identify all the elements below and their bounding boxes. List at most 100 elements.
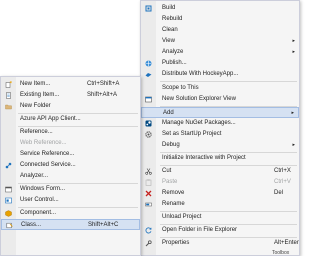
menu-item-label: View — [162, 38, 175, 44]
submenu-arrow-icon: ▸ — [292, 49, 295, 55]
submenu-item-shortcut: Ctrl+Shift+A — [87, 81, 120, 87]
menu-item-shortcut: Ctrl+V — [274, 179, 291, 185]
menu-item-label: Cut — [162, 168, 172, 174]
menu-item-set-startup-project[interactable]: Set as StartUp Project — [141, 129, 299, 140]
menu-item-shortcut: Del — [274, 190, 284, 196]
windows-form-icon — [5, 186, 12, 193]
submenu-item-existing-item[interactable]: Existing Item... Shift+Alt+A — [1, 90, 140, 101]
submenu-item-azure-api-app-client[interactable]: Azure API App Client... — [1, 114, 140, 125]
submenu-arrow-icon: ▸ — [291, 110, 294, 116]
class-icon — [6, 222, 13, 229]
menu-item-rebuild[interactable]: Rebuild — [141, 14, 299, 25]
menu-item-paste[interactable]: Paste Ctrl+V — [141, 177, 299, 188]
menu-item-label: Publish... — [162, 60, 187, 66]
submenu-arrow-icon: ▸ — [292, 142, 295, 148]
properties-wrench-icon — [145, 240, 152, 247]
existing-item-icon — [6, 92, 11, 99]
submenu-item-label: Analyzer... — [20, 173, 49, 179]
menu-item-label: New Solution Explorer View — [162, 96, 236, 102]
remove-x-icon — [145, 190, 152, 197]
submenu-item-shortcut: Shift+Alt+C — [88, 222, 119, 228]
submenu-arrow-icon: ▸ — [292, 38, 295, 44]
new-folder-icon — [5, 104, 12, 110]
menu-item-cut[interactable]: Cut Ctrl+X — [141, 166, 299, 177]
menu-item-label: Paste — [162, 179, 178, 185]
submenu-item-component[interactable]: Component... — [1, 208, 140, 219]
menu-item-shortcut: Ctrl+X — [274, 168, 291, 174]
menu-item-label: Properties — [162, 240, 190, 246]
menu-item-analyze[interactable]: Analyze ▸ — [141, 47, 299, 58]
add-submenu: New Item... Ctrl+Shift+A Existing Item..… — [0, 76, 141, 256]
component-icon — [5, 210, 12, 217]
submenu-item-label: User Control... — [20, 197, 59, 203]
menu-item-scope-to-this[interactable]: Scope to This — [141, 83, 299, 94]
menu-item-rename[interactable]: Rename — [141, 199, 299, 210]
project-context-menu: Build Rebuild Clean View ▸ Analyze ▸ Pub… — [140, 0, 300, 256]
menu-item-label: Build — [162, 5, 176, 11]
submenu-item-new-item[interactable]: New Item... Ctrl+Shift+A — [1, 79, 140, 90]
menu-item-label: Rename — [162, 201, 185, 207]
submenu-item-label: Windows Form... — [20, 186, 66, 192]
menu-item-build[interactable]: Build — [141, 3, 299, 14]
menu-item-manage-nuget[interactable]: Manage NuGet Packages... — [141, 118, 299, 129]
submenu-item-new-folder[interactable]: New Folder — [1, 101, 140, 112]
submenu-item-label: New Item... — [20, 81, 51, 87]
submenu-item-service-reference[interactable]: Service Reference... — [1, 149, 140, 160]
menu-item-label: Initialize Interactive with Project — [162, 155, 246, 161]
open-folder-refresh-icon — [145, 227, 152, 234]
toolbox-tab-fragment[interactable]: Toolbox — [272, 250, 300, 256]
menu-item-view[interactable]: View ▸ — [141, 36, 299, 47]
submenu-item-windows-form[interactable]: Windows Form... — [1, 184, 140, 195]
menu-item-label: Set as StartUp Project — [162, 131, 222, 137]
menu-item-label: Unload Project — [162, 214, 202, 220]
submenu-item-label: Reference... — [20, 129, 53, 135]
menu-item-label: Debug — [162, 142, 180, 148]
cut-scissors-icon — [145, 168, 152, 175]
submenu-item-connected-service[interactable]: Connected Service... — [1, 160, 140, 171]
submenu-item-web-reference[interactable]: Web Reference... — [1, 138, 140, 149]
submenu-item-label: Azure API App Client... — [20, 116, 81, 122]
menu-item-unload-project[interactable]: Unload Project — [141, 212, 299, 223]
menu-item-debug[interactable]: Debug ▸ — [141, 140, 299, 151]
menu-item-distribute-hockeyapp[interactable]: Distribute With HockeyApp... — [141, 69, 299, 80]
submenu-item-label: Component... — [20, 210, 57, 216]
submenu-item-label: Connected Service... — [20, 162, 76, 168]
menu-item-label: Manage NuGet Packages... — [162, 120, 236, 126]
menu-item-remove[interactable]: Remove Del — [141, 188, 299, 199]
build-icon — [145, 5, 152, 12]
submenu-item-label: Web Reference... — [20, 140, 67, 146]
menu-separator — [160, 81, 297, 82]
menu-item-publish[interactable]: Publish... — [141, 58, 299, 69]
menu-item-label: Analyze — [162, 49, 184, 55]
submenu-item-reference[interactable]: Reference... — [1, 127, 140, 138]
menu-item-label: Rebuild — [162, 16, 183, 22]
menu-item-properties[interactable]: Properties Alt+Enter — [141, 238, 299, 249]
menu-item-add[interactable]: Add ▸ — [141, 107, 299, 118]
menu-item-initialize-interactive[interactable]: Initialize Interactive with Project — [141, 153, 299, 164]
submenu-item-label: Service Reference... — [20, 151, 75, 157]
submenu-item-label: Class... — [21, 222, 42, 228]
menu-item-new-solution-explorer-view[interactable]: New Solution Explorer View — [141, 94, 299, 105]
submenu-item-class[interactable]: Class... Shift+Alt+C — [1, 219, 140, 230]
user-control-icon — [5, 197, 12, 204]
menu-item-clean[interactable]: Clean — [141, 25, 299, 36]
submenu-item-shortcut: Shift+Alt+A — [87, 92, 118, 98]
menu-item-label: Distribute With HockeyApp... — [162, 71, 239, 77]
rename-icon — [145, 202, 152, 207]
paste-icon — [145, 179, 152, 186]
publish-globe-icon — [145, 60, 152, 67]
menu-item-open-folder-in-file-explorer[interactable]: Open Folder in File Explorer — [141, 225, 299, 236]
menu-item-shortcut: Alt+Enter — [274, 240, 299, 246]
connected-service-icon — [5, 162, 12, 169]
menu-item-label: Add — [163, 110, 174, 116]
new-solution-explorer-view-icon — [145, 96, 152, 103]
menu-item-label: Scope to This — [162, 85, 199, 91]
nuget-icon — [145, 120, 152, 127]
submenu-item-analyzer[interactable]: Analyzer... — [1, 171, 140, 182]
submenu-item-user-control[interactable]: User Control... — [1, 195, 140, 206]
menu-item-label: Remove — [162, 190, 185, 196]
submenu-item-label: New Folder — [20, 103, 51, 109]
menu-item-label: Open Folder in File Explorer — [162, 227, 238, 233]
menu-item-label: Clean — [162, 27, 178, 33]
hockeyapp-icon — [145, 73, 152, 77]
